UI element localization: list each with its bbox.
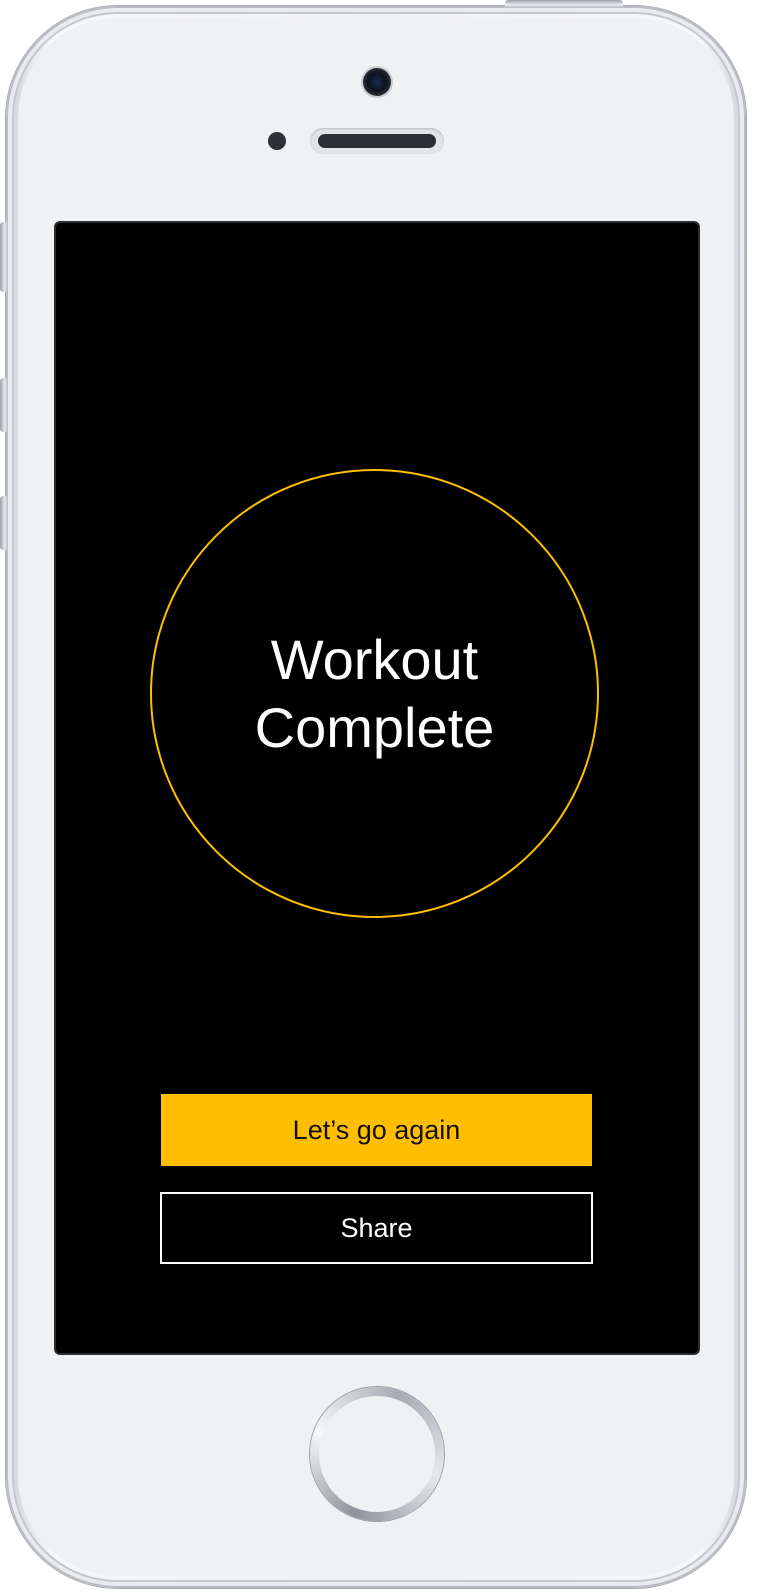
- proximity-sensor-icon: [268, 132, 286, 150]
- title-line-1: Workout: [270, 627, 479, 691]
- completion-ring: Workout Complete: [150, 469, 599, 918]
- front-camera-icon: [363, 68, 391, 96]
- share-button[interactable]: Share: [160, 1192, 593, 1264]
- power-button: [505, 0, 623, 8]
- mute-switch: [0, 222, 8, 292]
- go-again-button[interactable]: Let’s go again: [161, 1094, 592, 1166]
- volume-down-button: [0, 496, 8, 550]
- earpiece-speaker-icon: [310, 128, 444, 154]
- workout-complete-title: Workout Complete: [255, 626, 495, 762]
- volume-up-button: [0, 378, 8, 432]
- go-again-label: Let’s go again: [292, 1114, 461, 1145]
- app-screen: Workout Complete Let’s go again Share: [56, 223, 698, 1353]
- share-label: Share: [340, 1212, 413, 1243]
- title-line-2: Complete: [254, 695, 495, 759]
- home-button[interactable]: [310, 1387, 444, 1521]
